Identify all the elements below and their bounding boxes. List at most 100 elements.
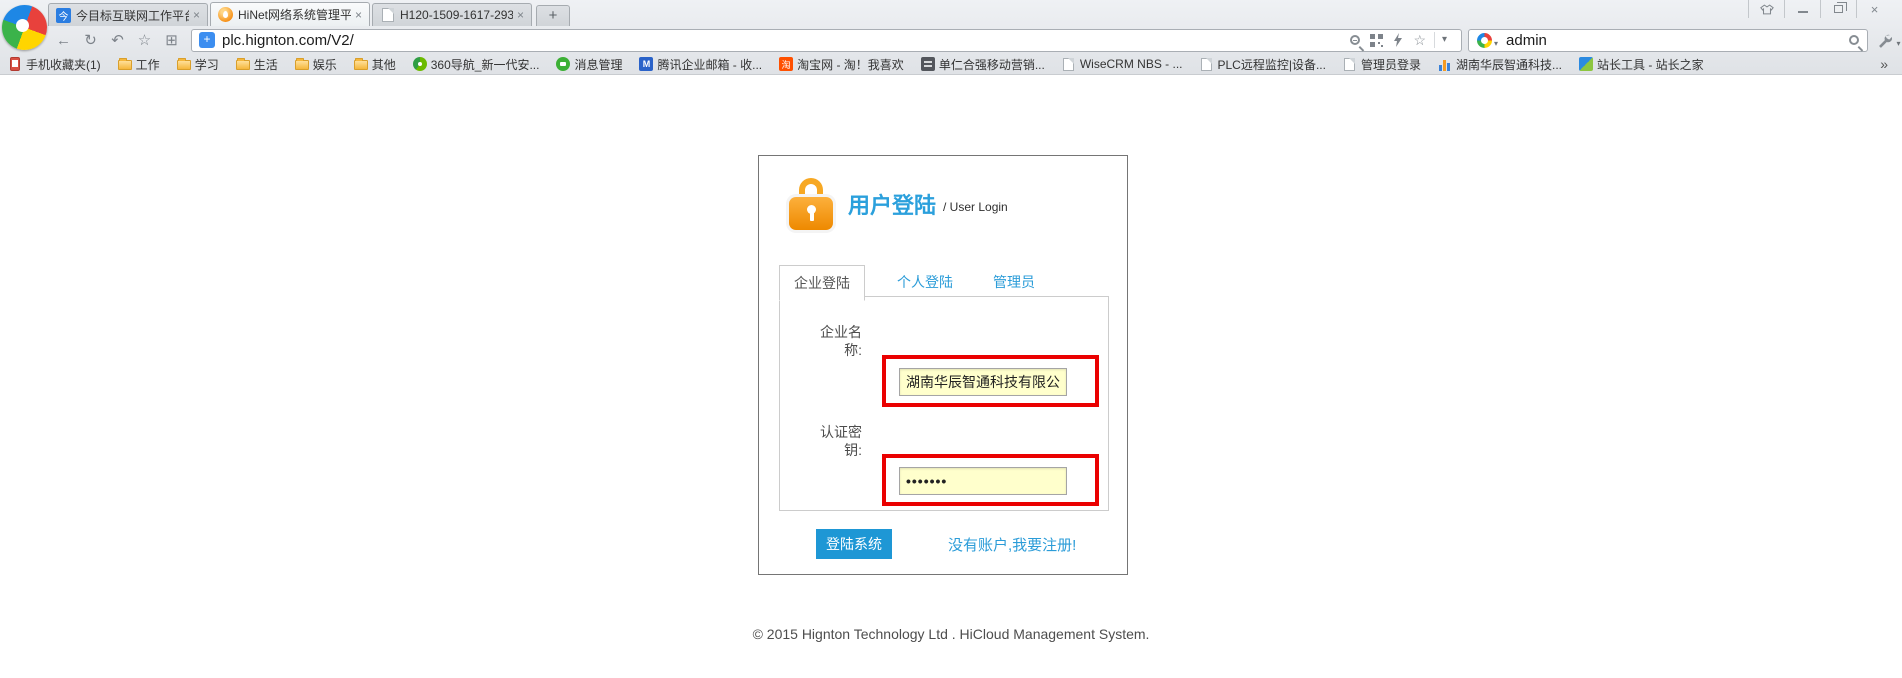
bookmark-page-button[interactable]: ☆: [1413, 32, 1426, 49]
tab-personal-login[interactable]: 个人登陆: [883, 265, 967, 300]
bookmark-label: 单仁合强移动营销...: [939, 56, 1045, 73]
page-icon: [1063, 58, 1074, 71]
url-text[interactable]: plc.hignton.com/V2/: [222, 32, 1340, 49]
close-tab-icon[interactable]: ×: [517, 8, 524, 22]
copyright-text: © 2015 Hignton Technology Ltd . HiCloud …: [0, 626, 1902, 642]
bookmark-label: 360导航_新一代安...: [431, 56, 540, 73]
folder-icon: [236, 60, 250, 70]
browser-chrome: 今 今目标互联网工作平台 × HiNet网络系统管理平台 × H120-1509…: [0, 0, 1902, 75]
back-button[interactable]: ←: [50, 32, 77, 49]
folder-icon: [118, 60, 132, 70]
search-input[interactable]: admin: [1506, 32, 1849, 49]
enterprise-name-input[interactable]: [899, 368, 1067, 396]
restore-button[interactable]: [1820, 0, 1856, 18]
login-box: 用户登陆 / User Login 企业登陆 个人登陆 管理员 企业名称: 认证…: [758, 155, 1128, 575]
bookmark-label: 站长工具 - 站长之家: [1597, 56, 1704, 73]
window-controls: ×: [1748, 0, 1892, 18]
bookmark-folder-life[interactable]: 生活: [236, 56, 278, 73]
bookmark-label: 生活: [254, 56, 278, 73]
tab-administrator[interactable]: 管理员: [979, 265, 1049, 300]
folder-icon: [295, 60, 309, 70]
bookmark-taobao[interactable]: 淘 淘宝网 - 淘！我喜欢: [779, 56, 904, 73]
bookmark-admin-login[interactable]: 管理员登录: [1343, 56, 1421, 73]
bookmark-folder-work[interactable]: 工作: [118, 56, 160, 73]
page-icon: [1201, 58, 1212, 71]
auth-key-input[interactable]: [899, 467, 1067, 495]
bookmark-tencent-mail[interactable]: M 腾讯企业邮箱 - 收...: [639, 56, 762, 73]
bookmark-label: 娱乐: [313, 56, 337, 73]
bookmarks-bar: 手机收藏夹(1) 工作 学习 生活 娱乐 其他 360导航_新一代安... 消: [0, 54, 1902, 74]
lock-icon: [789, 178, 833, 230]
bookmark-360-nav[interactable]: 360导航_新一代安...: [413, 56, 540, 73]
search-icon[interactable]: [1849, 35, 1859, 45]
site-shield-icon[interactable]: +: [199, 32, 215, 48]
wrench-icon: [1877, 33, 1892, 48]
login-title-en: / User Login: [943, 194, 1008, 214]
accelerator-button[interactable]: [1393, 33, 1403, 47]
bookmark-danren[interactable]: 单仁合强移动营销...: [921, 56, 1045, 73]
tools-caret-icon: ▾: [1896, 39, 1900, 48]
login-title-cn: 用户登陆: [848, 188, 936, 220]
minimize-icon: [1798, 11, 1808, 13]
bookmark-huachen[interactable]: 湖南华辰智通科技...: [1438, 56, 1562, 73]
dark-badge-icon: [921, 57, 935, 71]
bookmark-folder-study[interactable]: 学习: [177, 56, 219, 73]
tab-hinet-active[interactable]: HiNet网络系统管理平台 ×: [210, 2, 370, 26]
tab-jinmubiao[interactable]: 今 今目标互联网工作平台 ×: [48, 3, 208, 26]
lightning-icon: [1393, 33, 1403, 47]
qr-code-icon: [1370, 34, 1383, 47]
bookmarks-overflow-button[interactable]: »: [1874, 56, 1894, 72]
navigation-toolbar: ← ↻ ↶ ☆ ⊞ + plc.hignton.com/V2/ ☆ ▾: [0, 26, 1902, 54]
bookmark-folder-other[interactable]: 其他: [354, 56, 396, 73]
address-dropdown-button[interactable]: ▾: [1434, 32, 1454, 48]
favorites-grid-button[interactable]: ⊞: [158, 31, 185, 49]
bookmark-phone-favorites[interactable]: 手机收藏夹(1): [8, 56, 101, 73]
taobao-icon: 淘: [779, 57, 793, 71]
zoom-button[interactable]: [1350, 35, 1360, 45]
bookmark-label: WiseCRM NBS - ...: [1080, 57, 1183, 71]
page-icon: [1344, 58, 1355, 71]
browser-360-logo[interactable]: [2, 5, 47, 50]
tab-h120[interactable]: H120-1509-1617-2932-77 ×: [372, 3, 532, 26]
bookmark-plc-monitor[interactable]: PLC远程监控|设备...: [1200, 56, 1326, 73]
favorites-star-button[interactable]: ☆: [131, 31, 158, 49]
bookmark-folder-fun[interactable]: 娱乐: [295, 56, 337, 73]
close-window-button[interactable]: ×: [1856, 0, 1892, 18]
shirt-icon: [1760, 4, 1774, 15]
login-submit-button[interactable]: 登陆系统: [816, 529, 892, 559]
tools-menu-button[interactable]: ▾: [1876, 33, 1902, 48]
register-link[interactable]: 没有账户,我要注册!: [948, 534, 1076, 555]
skin-button[interactable]: [1748, 0, 1784, 18]
flame-favicon: [218, 7, 233, 22]
colorful-icon: [1579, 57, 1593, 71]
jin-favicon: 今: [56, 8, 71, 23]
bookmark-message-mgmt[interactable]: 消息管理: [556, 56, 622, 73]
page-favicon: [382, 8, 394, 22]
close-tab-icon[interactable]: ×: [355, 8, 362, 22]
folder-icon: [354, 60, 368, 70]
login-form-panel: 企业名称: 认证密钥:: [779, 296, 1109, 511]
tab-title: HiNet网络系统管理平台: [238, 6, 351, 23]
bookmark-wisecrm[interactable]: WiseCRM NBS - ...: [1062, 57, 1183, 71]
undo-closed-tab-button[interactable]: ↶: [104, 31, 131, 49]
360-nav-icon: [413, 57, 427, 71]
bar-chart-icon: [1438, 57, 1452, 71]
search-box[interactable]: ▾ admin: [1468, 29, 1868, 52]
tab-title: 今目标互联网工作平台: [76, 7, 189, 24]
new-tab-button[interactable]: +: [536, 5, 570, 26]
refresh-button[interactable]: ↻: [77, 31, 104, 49]
bookmark-label: 湖南华辰智通科技...: [1456, 56, 1562, 73]
bookmark-label: 工作: [136, 56, 160, 73]
minimize-button[interactable]: [1784, 0, 1820, 18]
bookmark-chinaz[interactable]: 站长工具 - 站长之家: [1579, 56, 1704, 73]
tab-bar: 今 今目标互联网工作平台 × HiNet网络系统管理平台 × H120-1509…: [48, 2, 570, 26]
tab-enterprise-login[interactable]: 企业登陆: [779, 265, 865, 301]
message-icon: [556, 57, 570, 71]
bookmark-label: 学习: [195, 56, 219, 73]
qr-code-button[interactable]: [1370, 34, 1383, 47]
search-engine-caret-icon[interactable]: ▾: [1494, 39, 1498, 48]
close-tab-icon[interactable]: ×: [193, 8, 200, 22]
search-engine-icon[interactable]: [1477, 33, 1492, 48]
address-bar[interactable]: + plc.hignton.com/V2/ ☆ ▾: [191, 29, 1462, 52]
page-content: 用户登陆 / User Login 企业登陆 个人登陆 管理员 企业名称: 认证…: [0, 75, 1902, 678]
